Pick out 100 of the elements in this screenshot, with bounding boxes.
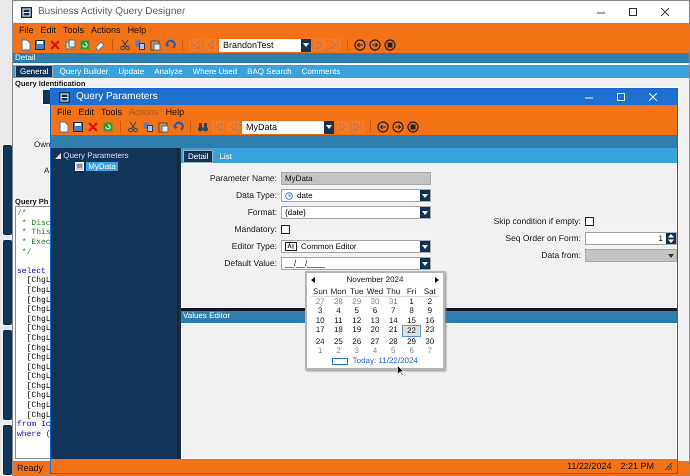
- spinner-arrows-icon[interactable]: [668, 234, 674, 243]
- stop-icon[interactable]: [384, 39, 396, 51]
- refresh-icon[interactable]: [79, 39, 91, 51]
- record-combo-box[interactable]: MyData: [242, 120, 334, 134]
- calendar-day[interactable]: 28: [384, 336, 402, 346]
- calendar-day[interactable]: 6: [402, 346, 421, 356]
- calendar-day[interactable]: 5: [384, 346, 402, 356]
- menu-item[interactable]: Tools: [63, 24, 84, 36]
- calendar-day[interactable]: 16: [420, 316, 439, 326]
- code-line: [ChgL: [26, 305, 51, 314]
- resize-grip-icon[interactable]: [663, 461, 673, 471]
- document-icon[interactable]: [19, 39, 31, 51]
- calendar-day[interactable]: 29: [348, 297, 366, 306]
- checkbox[interactable]: [281, 225, 290, 234]
- dropdown-arrow-icon[interactable]: [422, 194, 428, 198]
- calendar-day[interactable]: 2: [329, 346, 348, 356]
- calendar-day[interactable]: 14: [384, 316, 402, 326]
- weekday-label: Tue: [348, 286, 364, 296]
- copy-icon[interactable]: [142, 121, 154, 133]
- dropdown-field[interactable]: {date}: [281, 206, 431, 219]
- dropdown-arrow-icon[interactable]: [422, 244, 428, 248]
- calendar-day[interactable]: 17: [311, 325, 330, 337]
- code-line: * This: [20, 228, 51, 238]
- tab[interactable]: Detail: [183, 150, 214, 163]
- maximize-icon[interactable]: [629, 8, 637, 16]
- menu-item[interactable]: Help: [128, 24, 146, 36]
- close-icon[interactable]: [661, 8, 669, 16]
- scissors-icon[interactable]: [119, 39, 131, 51]
- forward-icon[interactable]: [392, 121, 404, 133]
- dropdown-arrow-icon[interactable]: [303, 43, 309, 47]
- code-line: [ChgL: [26, 353, 51, 362]
- menu-item[interactable]: Actions: [91, 24, 121, 36]
- previous-month-icon[interactable]: [311, 276, 315, 283]
- dropdown-arrow-icon[interactable]: [422, 262, 428, 266]
- calendar-day[interactable]: 3: [348, 346, 366, 356]
- calendar-day[interactable]: 4: [366, 346, 384, 356]
- calendar-day[interactable]: 2: [420, 297, 439, 306]
- forward-icon[interactable]: [369, 39, 381, 51]
- save-icon[interactable]: [72, 121, 84, 133]
- clock-icon: [285, 192, 293, 200]
- calendar-day[interactable]: 31: [384, 297, 402, 306]
- calendar-day[interactable]: 21: [384, 325, 402, 337]
- calendar-day[interactable]: 1: [311, 346, 330, 356]
- menu-item[interactable]: File: [57, 106, 72, 118]
- menu-item[interactable]: Edit: [40, 24, 56, 36]
- paste-icon[interactable]: [149, 39, 161, 51]
- binoculars-icon[interactable]: [197, 121, 209, 133]
- stop-icon[interactable]: [407, 121, 419, 133]
- back-icon[interactable]: [377, 121, 389, 133]
- tab[interactable]: General: [15, 65, 54, 78]
- eraser-icon[interactable]: [94, 39, 106, 51]
- calendar-day[interactable]: 27: [311, 297, 330, 306]
- calendar-day[interactable]: 30: [420, 336, 439, 346]
- calendar-day[interactable]: 12: [348, 316, 366, 326]
- menu-item[interactable]: File: [19, 24, 34, 36]
- today-link[interactable]: Today: 11/22/2024: [352, 356, 418, 366]
- weekday-label: Wed: [366, 286, 384, 296]
- dropdown-field[interactable]: Common Editor: [281, 240, 431, 253]
- next-month-icon[interactable]: [434, 276, 439, 283]
- document-icon[interactable]: [57, 121, 69, 133]
- calendar-day[interactable]: 30: [366, 297, 384, 306]
- documents-icon[interactable]: [64, 39, 76, 51]
- calendar-day[interactable]: 28: [329, 297, 348, 306]
- calendar-day[interactable]: 7: [420, 346, 439, 356]
- calendar-day[interactable]: 1: [402, 297, 421, 306]
- collapse-arrow-icon[interactable]: [55, 152, 61, 159]
- calendar-day[interactable]: 23: [420, 325, 439, 337]
- code-line: [ChgL: [26, 324, 51, 334]
- dropdown-field[interactable]: date: [281, 189, 431, 202]
- field-label: Mandatory:: [233, 224, 277, 235]
- checkbox[interactable]: [585, 217, 594, 226]
- calendar-day[interactable]: 11: [329, 316, 348, 326]
- paste-icon[interactable]: [157, 121, 169, 133]
- menu-item[interactable]: Tools: [101, 106, 122, 118]
- section-header: Detail: [13, 53, 689, 63]
- spin-field[interactable]: 1: [585, 232, 677, 245]
- scissors-icon[interactable]: [127, 121, 139, 133]
- menu-item[interactable]: Help: [166, 106, 184, 118]
- tree-item[interactable]: Query Parameters: [63, 151, 129, 161]
- calendar-day[interactable]: 24: [311, 336, 330, 346]
- calendar-day[interactable]: 15: [402, 316, 421, 326]
- calendar-day[interactable]: 19: [348, 325, 366, 337]
- record-combo-box[interactable]: BrandonTest: [219, 38, 311, 52]
- dropdown-field[interactable]: __/__/____: [281, 257, 431, 270]
- calendar-day[interactable]: 18: [329, 325, 348, 337]
- dropdown-arrow-icon[interactable]: [422, 210, 428, 214]
- save-icon[interactable]: [34, 39, 46, 51]
- dropdown-arrow-icon[interactable]: [326, 125, 332, 129]
- calendar-day[interactable]: 10: [311, 316, 330, 326]
- calendar-day[interactable]: 26: [348, 336, 366, 346]
- refresh-icon[interactable]: [102, 121, 114, 133]
- calendar-day[interactable]: 13: [366, 316, 384, 326]
- back-icon[interactable]: [354, 39, 366, 51]
- calendar-day[interactable]: 27: [366, 336, 384, 346]
- calendar-day[interactable]: 20: [366, 325, 384, 337]
- menu-item[interactable]: Edit: [78, 106, 94, 118]
- calendar-day[interactable]: 29: [402, 336, 421, 346]
- calendar-day[interactable]: 25: [329, 336, 348, 346]
- calendar-day[interactable]: 22: [402, 325, 421, 337]
- copy-icon[interactable]: [134, 39, 146, 51]
